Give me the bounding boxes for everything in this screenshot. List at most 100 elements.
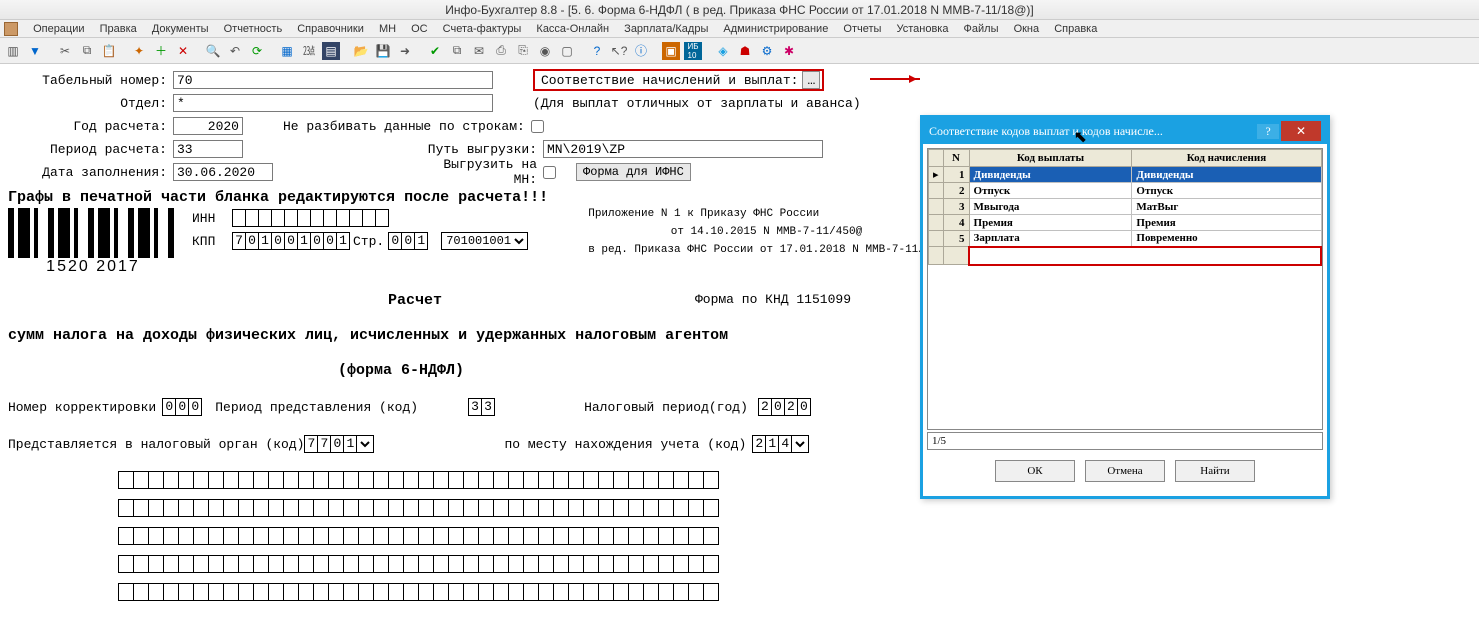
menu-item[interactable]: Документы xyxy=(152,23,209,35)
cut-icon[interactable]: ✂ xyxy=(56,42,74,60)
kpp-select[interactable]: 701001001 xyxy=(441,232,528,250)
period-input[interactable] xyxy=(173,140,243,158)
menu-item[interactable]: Окна xyxy=(1014,23,1040,35)
check-icon[interactable]: ✔ xyxy=(426,42,444,60)
menu-item[interactable]: Зарплата/Кадры xyxy=(624,23,708,35)
save-icon[interactable]: 💾 xyxy=(374,42,392,60)
ok-button[interactable]: ОК xyxy=(995,460,1075,482)
help-icon[interactable]: ? xyxy=(588,42,606,60)
menu-item[interactable]: МН xyxy=(379,23,396,35)
app-note: от 14.10.2015 N ММВ-7-11/450@ xyxy=(588,226,944,238)
undo-icon[interactable]: ↶ xyxy=(226,42,244,60)
arrow-icon[interactable]: ➜ xyxy=(396,42,414,60)
date-icon[interactable]: ㍯ xyxy=(300,42,318,60)
menu-item[interactable]: Операции xyxy=(33,23,84,35)
year-label: Год расчета: xyxy=(8,119,173,134)
refresh-icon[interactable]: ⟳ xyxy=(248,42,266,60)
app1-icon[interactable]: ▣ xyxy=(662,42,680,60)
table-row[interactable]: 3 МвыгодаМатВыг xyxy=(929,199,1322,215)
menu-item[interactable]: Касса-Онлайн xyxy=(536,23,609,35)
mn-checkbox[interactable] xyxy=(543,166,556,179)
delete-icon[interactable]: ✕ xyxy=(174,42,192,60)
mapping-grid[interactable]: N Код выплаты Код начисления ▸1 Дивиденд… xyxy=(928,149,1322,266)
mail-icon[interactable]: ✉ xyxy=(470,42,488,60)
grid-icon[interactable]: ▦ xyxy=(278,42,296,60)
menu-item[interactable]: Файлы xyxy=(964,23,999,35)
col-n: N xyxy=(943,150,969,167)
name-row[interactable] xyxy=(118,527,1471,549)
table-row[interactable]: ▸1 ДивидендыДивиденды xyxy=(929,167,1322,183)
knd-label: Форма по КНД 1151099 xyxy=(695,292,851,309)
kpp-label: КПП xyxy=(192,234,232,249)
whats-this-icon[interactable]: ↖? xyxy=(610,42,628,60)
book-icon[interactable]: ⧉ xyxy=(448,42,466,60)
place-dropdown[interactable] xyxy=(791,435,809,453)
app3-icon[interactable]: ◈ xyxy=(714,42,732,60)
menu-item[interactable]: Справка xyxy=(1054,23,1097,35)
date-label: Дата заполнения: xyxy=(8,165,173,180)
calc-icon[interactable]: ▤ xyxy=(322,42,340,60)
grid-status xyxy=(927,432,1323,450)
accr-note: (Для выплат отличных от зарплаты и аванс… xyxy=(533,96,861,111)
ifns-button[interactable]: Форма для ИФНС xyxy=(576,163,691,181)
toolbar: ▥ ▼ ✂ ⧉ 📋 ✦ ＋ ✕ 🔍 ↶ ⟳ ▦ ㍯ ▤ 📂 💾 ➜ ✔ ⧉ ✉ … xyxy=(0,38,1479,64)
app-icon xyxy=(4,22,18,36)
barcode-number: 1520 2017 xyxy=(8,258,178,276)
year-input[interactable] xyxy=(173,117,243,135)
find-icon[interactable]: 🔍 xyxy=(204,42,222,60)
menu-item[interactable]: Справочники xyxy=(297,23,364,35)
accr-ellipsis-button[interactable]: … xyxy=(802,71,820,89)
split-checkbox[interactable] xyxy=(531,120,544,133)
cursor-icon: ⬉ xyxy=(1074,127,1087,147)
dialog-close-button[interactable]: ✕ xyxy=(1281,121,1321,141)
tool-icon[interactable]: ✦ xyxy=(130,42,148,60)
stamp-icon[interactable]: ◉ xyxy=(536,42,554,60)
tabnum-input[interactable] xyxy=(173,71,493,89)
name-row[interactable] xyxy=(118,555,1471,577)
print-icon[interactable]: ⎙ xyxy=(492,42,510,60)
path-input[interactable] xyxy=(543,140,823,158)
path-label: Путь выгрузки: xyxy=(423,142,543,157)
col-accr: Код начисления xyxy=(1132,150,1321,167)
app5-icon[interactable]: ⚙ xyxy=(758,42,776,60)
menu-item[interactable]: Установка xyxy=(896,23,948,35)
table-row[interactable]: 4 ПремияПремия xyxy=(929,215,1322,231)
split-label: Не разбивать данные по строкам: xyxy=(283,119,525,134)
copy-icon[interactable]: ⧉ xyxy=(78,42,96,60)
accr-label: Соответствие начислений и выплат: xyxy=(537,73,802,88)
info-icon[interactable]: ⓘ xyxy=(632,42,650,60)
export-icon[interactable]: ▢ xyxy=(558,42,576,60)
menu-item[interactable]: Отчетность xyxy=(224,23,283,35)
app6-icon[interactable]: ✱ xyxy=(780,42,798,60)
organ-dropdown[interactable] xyxy=(356,435,374,453)
doc-icon[interactable]: ▥ xyxy=(4,42,22,60)
preview-icon[interactable]: ⎘ xyxy=(514,42,532,60)
name-row[interactable] xyxy=(118,583,1471,605)
open-icon[interactable]: 📂 xyxy=(352,42,370,60)
app2-icon[interactable]: ИБ10 xyxy=(684,42,702,60)
menu-item[interactable]: Отчеты xyxy=(843,23,881,35)
menu-item[interactable]: Администрирование xyxy=(723,23,828,35)
menu-item[interactable]: Счета-фактуры xyxy=(443,23,522,35)
otdel-input[interactable] xyxy=(173,94,493,112)
date-input[interactable] xyxy=(173,163,273,181)
period-label: Период расчета: xyxy=(8,142,173,157)
mapping-dialog: Соответствие кодов выплат и кодов начисл… xyxy=(920,115,1330,499)
find-button[interactable]: Найти xyxy=(1175,460,1255,482)
add-icon[interactable]: ＋ xyxy=(152,42,170,60)
paste-icon[interactable]: 📋 xyxy=(100,42,118,60)
app4-icon[interactable]: ☗ xyxy=(736,42,754,60)
table-new-row[interactable] xyxy=(929,247,1322,265)
window-title: Инфо-Бухгалтер 8.8 - [5. 6. Форма 6-НДФЛ… xyxy=(0,0,1479,20)
menu-item[interactable]: Правка xyxy=(100,23,137,35)
menu-item[interactable]: ОС xyxy=(411,23,428,35)
col-pay: Код выплаты xyxy=(969,150,1132,167)
filter-icon[interactable]: ▼ xyxy=(26,42,44,60)
cancel-button[interactable]: Отмена xyxy=(1085,460,1165,482)
table-row[interactable]: 5 ЗарплатаПовременно xyxy=(929,231,1322,247)
table-row[interactable]: 2 ОтпускОтпуск xyxy=(929,183,1322,199)
name-row[interactable] xyxy=(118,499,1471,521)
organ-label: Представляется в налоговый орган (код) xyxy=(8,437,304,452)
place-label: по месту нахождения учета (код) xyxy=(504,437,746,452)
dialog-help-button[interactable]: ? xyxy=(1257,124,1279,139)
